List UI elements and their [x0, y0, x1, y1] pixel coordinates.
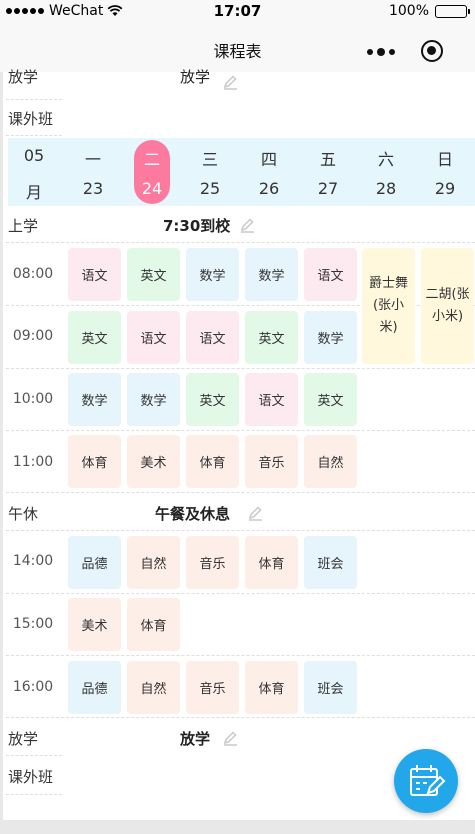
class-cell[interactable]: 语文 — [68, 248, 121, 301]
divider — [6, 530, 475, 531]
class-cell[interactable]: 英文 — [127, 248, 180, 301]
weekday-sun[interactable]: 日 — [425, 146, 465, 170]
class-cell[interactable]: 英文 — [186, 373, 239, 426]
edit-icon[interactable] — [222, 730, 238, 746]
date-thu[interactable]: 26 — [249, 179, 289, 198]
class-cell[interactable]: 语文 — [127, 311, 180, 364]
time-label: 10:00 — [12, 391, 54, 407]
divider — [6, 135, 62, 136]
row-label-noon: 午休 — [8, 505, 39, 523]
month-label: 月 — [25, 183, 42, 202]
weekday-tue[interactable]: 二 — [132, 146, 172, 170]
weekday-wed[interactable]: 三 — [190, 146, 230, 170]
class-cell[interactable]: 音乐 — [245, 435, 298, 488]
class-cell[interactable]: 体育 — [186, 435, 239, 488]
class-cell[interactable]: 美术 — [68, 598, 121, 651]
extra-class-label-bottom[interactable]: 课外班 — [8, 766, 53, 787]
edit-icon[interactable] — [222, 74, 238, 90]
row-label-leave: 放学 — [8, 730, 39, 748]
edit-icon[interactable] — [239, 217, 255, 233]
divider — [6, 717, 475, 718]
class-cell[interactable]: 数学 — [186, 248, 239, 301]
divider — [6, 794, 62, 795]
divider — [6, 368, 475, 369]
class-cell[interactable]: 数学 — [245, 248, 298, 301]
weekend-activity-saturday[interactable]: 爵士舞(张小米) — [362, 248, 415, 364]
battery-group: 100% — [388, 3, 470, 19]
divider — [6, 655, 475, 656]
row-note-leave: 放学 — [180, 730, 211, 748]
battery-icon — [435, 4, 470, 18]
time-label: 09:00 — [12, 328, 54, 344]
weekday-fri[interactable]: 五 — [308, 146, 348, 170]
class-cell[interactable]: 班会 — [304, 661, 357, 714]
class-cell[interactable]: 音乐 — [186, 661, 239, 714]
time-label: 08:00 — [12, 266, 54, 282]
divider — [6, 492, 475, 493]
class-cell[interactable]: 自然 — [127, 661, 180, 714]
divider — [6, 242, 475, 243]
class-cell[interactable]: 班会 — [304, 536, 357, 589]
divider — [6, 99, 62, 100]
time-label: 15:00 — [12, 616, 54, 632]
schedule-edit-button[interactable] — [394, 749, 458, 813]
row-note-noon: 午餐及休息 — [155, 505, 231, 523]
row-note-leave-top: 放学 — [180, 68, 211, 86]
row-label-leave-top: 放学 — [8, 68, 39, 86]
more-options-icon[interactable] — [367, 48, 395, 56]
divider — [6, 593, 475, 594]
class-cell[interactable]: 体育 — [245, 536, 298, 589]
date-tue[interactable]: 24 — [132, 179, 172, 198]
weekday-mon[interactable]: 一 — [73, 146, 113, 170]
date-sat[interactable]: 28 — [366, 179, 406, 198]
class-cell[interactable]: 品德 — [68, 536, 121, 589]
row-note-arrive: 7:30到校 — [163, 217, 231, 235]
time-label: 14:00 — [12, 553, 54, 569]
class-cell[interactable]: 自然 — [127, 536, 180, 589]
weekday-sat[interactable]: 六 — [366, 146, 406, 170]
status-bar: WeChat 17:07 100% — [0, 0, 475, 22]
bottom-edge — [0, 820, 475, 834]
date-wed[interactable]: 25 — [190, 179, 230, 198]
row-label-arrive: 上学 — [8, 217, 39, 235]
time-label: 11:00 — [12, 454, 54, 470]
class-cell[interactable]: 体育 — [68, 435, 121, 488]
edit-icon[interactable] — [247, 505, 263, 521]
class-cell[interactable]: 体育 — [127, 598, 180, 651]
class-cell[interactable]: 品德 — [68, 661, 121, 714]
class-cell[interactable]: 语文 — [186, 311, 239, 364]
class-cell[interactable]: 英文 — [245, 311, 298, 364]
weekend-activity-sunday[interactable]: 二胡(张小米) — [421, 248, 474, 364]
schedule-edit-icon — [410, 765, 446, 796]
class-cell[interactable]: 语文 — [245, 373, 298, 426]
class-cell[interactable]: 自然 — [304, 435, 357, 488]
time-label: 16:00 — [12, 679, 54, 695]
class-cell[interactable]: 数学 — [304, 311, 357, 364]
class-cell[interactable]: 音乐 — [186, 536, 239, 589]
date-mon[interactable]: 23 — [73, 179, 113, 198]
weekday-thu[interactable]: 四 — [249, 146, 289, 170]
close-miniprogram-icon[interactable] — [421, 40, 443, 62]
class-cell[interactable]: 体育 — [245, 661, 298, 714]
nav-bar: 课程表 — [0, 22, 475, 72]
class-cell[interactable]: 数学 — [68, 373, 121, 426]
month-number: 05 — [23, 146, 45, 165]
divider — [6, 430, 475, 431]
left-edge — [0, 72, 3, 834]
class-cell[interactable]: 英文 — [304, 373, 357, 426]
date-fri[interactable]: 27 — [308, 179, 348, 198]
class-cell[interactable]: 数学 — [127, 373, 180, 426]
extra-class-label-top[interactable]: 课外班 — [8, 108, 53, 129]
date-sun[interactable]: 29 — [425, 179, 465, 198]
battery-percent: 100% — [388, 3, 429, 19]
divider — [6, 755, 62, 756]
page-title: 课程表 — [213, 42, 262, 61]
class-cell[interactable]: 语文 — [304, 248, 357, 301]
class-cell[interactable]: 美术 — [127, 435, 180, 488]
class-cell[interactable]: 英文 — [68, 311, 121, 364]
